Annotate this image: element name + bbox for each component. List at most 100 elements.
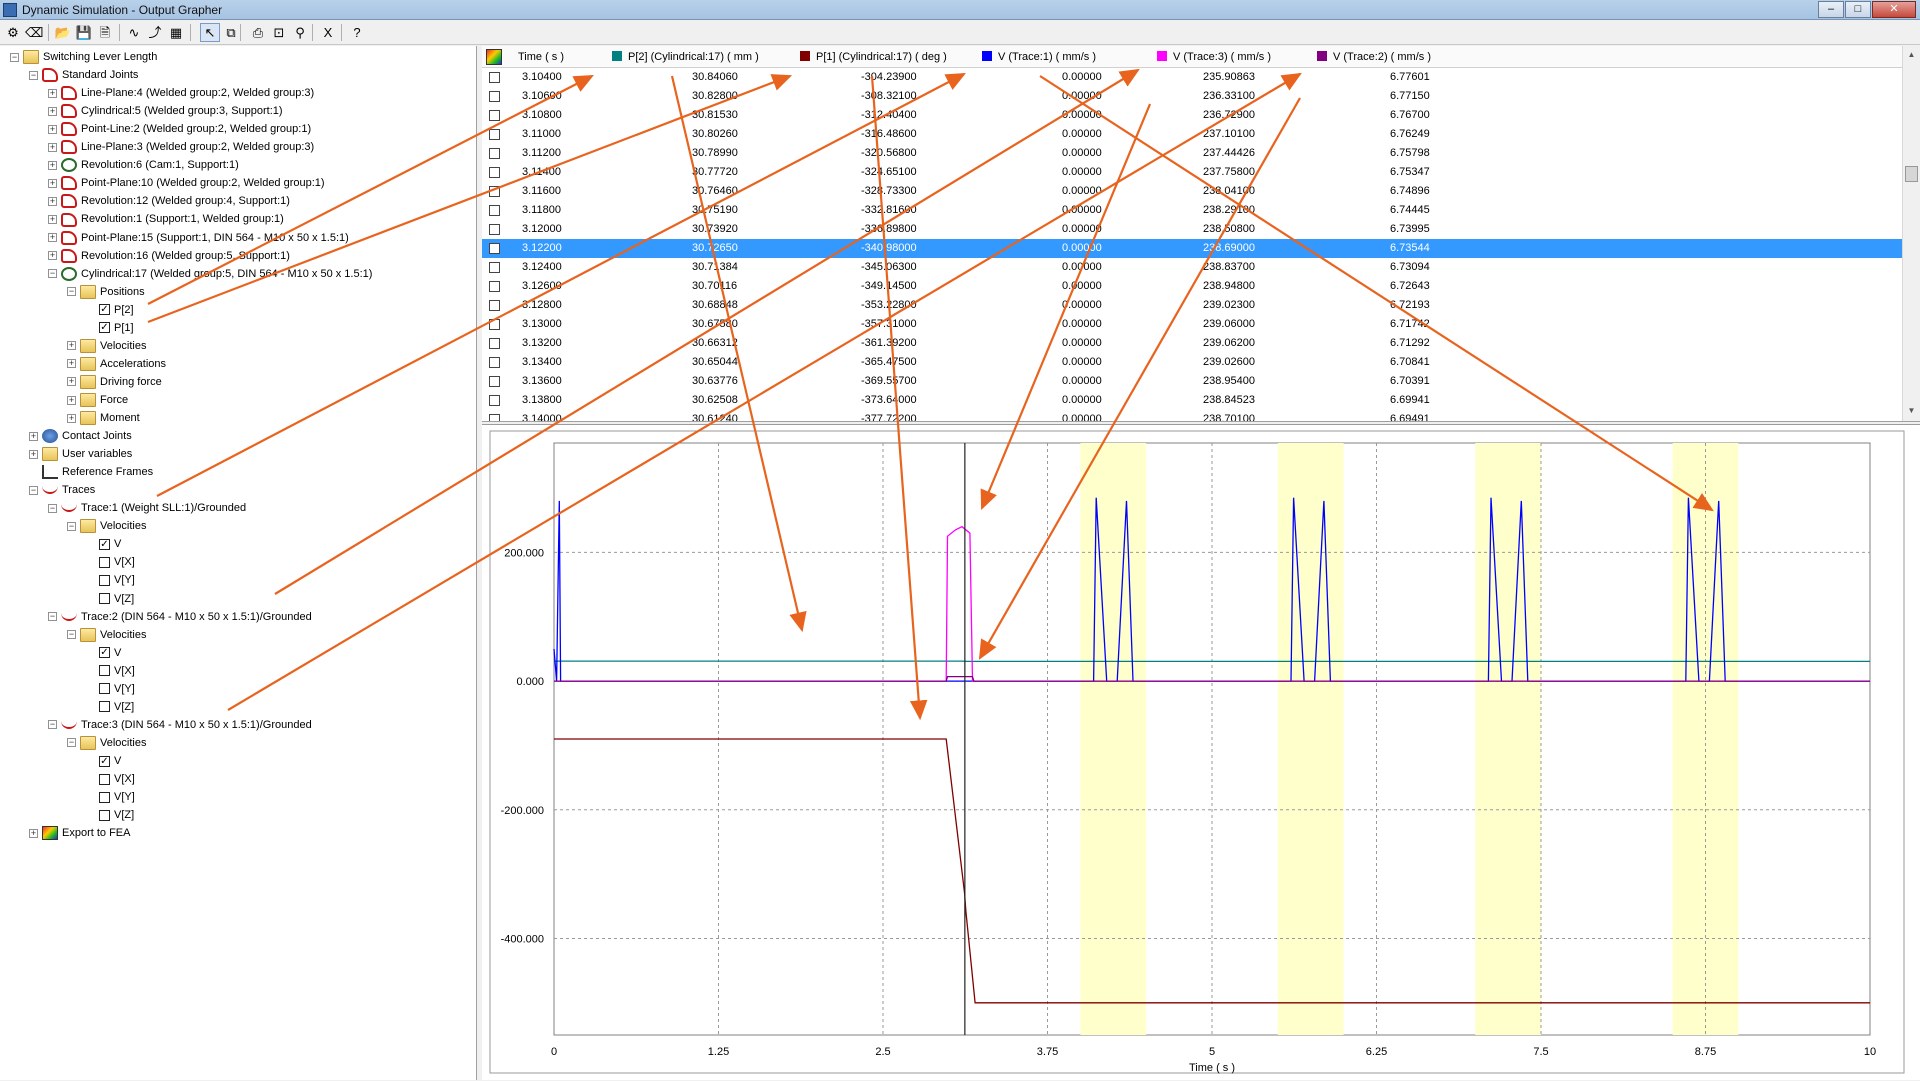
tree-item[interactable]: +Revolution:6 (Cam:1, Support:1) [48, 156, 239, 174]
table-row[interactable]: 3.1080030.81530-312.404000.00000236.7290… [482, 106, 1902, 125]
checkbox[interactable] [99, 774, 110, 785]
row-checkbox[interactable] [489, 91, 500, 102]
print-icon[interactable]: ⎙ [248, 23, 268, 42]
row-checkbox[interactable] [489, 148, 500, 159]
checkbox[interactable] [99, 557, 110, 568]
expand-icon[interactable]: + [48, 179, 57, 188]
expand-icon[interactable]: + [29, 432, 38, 441]
row-checkbox[interactable] [489, 167, 500, 178]
expand-icon[interactable]: + [48, 125, 57, 134]
checkbox[interactable] [99, 575, 110, 586]
column-header[interactable]: V (Trace:3) ( mm/s ) [1157, 49, 1271, 65]
save-icon[interactable]: 💾 [74, 23, 94, 42]
tree-item[interactable]: −Traces [29, 481, 95, 499]
tree-item[interactable]: −Standard Joints [29, 66, 138, 84]
tree-item[interactable]: V[X] [86, 662, 135, 680]
row-checkbox[interactable] [489, 110, 500, 121]
zoom-fit-icon[interactable]: ⊡ [269, 23, 289, 42]
tree-item[interactable]: +Revolution:12 (Welded group:4, Support:… [48, 192, 290, 210]
curve-icon[interactable]: ∿ [124, 23, 144, 42]
collapse-icon[interactable]: − [29, 71, 38, 80]
tree-item[interactable]: −Velocities [67, 626, 146, 644]
expand-icon[interactable]: + [67, 341, 76, 350]
tree-item[interactable]: V[Y] [86, 571, 135, 589]
add-curve-icon[interactable]: ⤴ [145, 23, 165, 42]
tree-item[interactable]: V[Z] [86, 806, 134, 824]
tree-item[interactable]: +Moment [67, 409, 140, 427]
column-header[interactable]: V (Trace:1) ( mm/s ) [982, 49, 1096, 65]
checkbox[interactable] [99, 810, 110, 821]
tree-item[interactable]: +Point-Line:2 (Welded group:2, Welded gr… [48, 120, 311, 138]
tree-item[interactable]: V[Y] [86, 788, 135, 806]
grid-settings-icon[interactable] [486, 49, 502, 65]
row-checkbox[interactable] [489, 357, 500, 368]
table-row[interactable]: 3.1220030.72650-340.980000.00000238.6900… [482, 239, 1902, 258]
tree-item[interactable]: +Accelerations [67, 355, 166, 373]
row-checkbox[interactable] [489, 395, 500, 406]
tree-item[interactable]: +Contact Joints [29, 427, 132, 445]
tree-item[interactable]: +Point-Plane:10 (Welded group:2, Welded … [48, 174, 325, 192]
grid-scrollbar[interactable]: ▲ ▼ [1902, 46, 1920, 422]
table-row[interactable]: 3.1380030.62508-373.640000.00000238.8452… [482, 391, 1902, 410]
tree-item[interactable]: P[1] [86, 319, 134, 337]
expand-icon[interactable]: + [48, 215, 57, 224]
tree-item[interactable]: +Driving force [67, 373, 162, 391]
row-checkbox[interactable] [489, 319, 500, 330]
row-checkbox[interactable] [489, 300, 500, 311]
tree-item[interactable]: −Trace:3 (DIN 564 - M10 x 50 x 1.5:1)/Gr… [48, 716, 312, 734]
output-tree[interactable]: −Switching Lever Length−Standard Joints+… [0, 46, 477, 1080]
expand-icon[interactable]: + [48, 161, 57, 170]
table-row[interactable]: 3.1040030.84060-304.239000.00000235.9086… [482, 68, 1902, 87]
table-row[interactable]: 3.1340030.65044-365.475000.00000239.0260… [482, 353, 1902, 372]
row-checkbox[interactable] [489, 243, 500, 254]
zoom-icon[interactable]: ⚲ [290, 23, 310, 42]
table-row[interactable]: 3.1180030.75190-332.816000.00000238.2910… [482, 201, 1902, 220]
row-checkbox[interactable] [489, 186, 500, 197]
checkbox[interactable] [99, 593, 110, 604]
tree-item[interactable]: −Trace:1 (Weight SLL:1)/Grounded [48, 499, 246, 517]
collapse-icon[interactable]: − [48, 504, 57, 513]
table-row[interactable]: 3.1260030.70116-349.145000.00000238.9480… [482, 277, 1902, 296]
tree-item[interactable]: V [86, 535, 121, 553]
tree-item[interactable]: −Cylindrical:17 (Welded group:5, DIN 564… [48, 265, 372, 283]
expand-icon[interactable]: + [48, 197, 57, 206]
expand-icon[interactable]: + [48, 89, 57, 98]
table-row[interactable]: 3.1160030.76460-328.733000.00000238.0410… [482, 182, 1902, 201]
checkbox[interactable] [99, 792, 110, 803]
expand-icon[interactable]: + [67, 414, 76, 423]
collapse-icon[interactable]: − [67, 287, 76, 296]
tree-item[interactable]: V[X] [86, 553, 135, 571]
open-icon[interactable]: 📂 [53, 23, 73, 42]
tree-item[interactable]: Reference Frames [29, 463, 153, 481]
table-row[interactable]: 3.1280030.68848-353.228000.00000239.0230… [482, 296, 1902, 315]
row-checkbox[interactable] [489, 205, 500, 216]
tree-item[interactable]: +Line-Plane:3 (Welded group:2, Welded gr… [48, 138, 314, 156]
table-row[interactable]: 3.1360030.63776-369.557000.00000238.9540… [482, 372, 1902, 391]
checkbox[interactable] [99, 701, 110, 712]
expand-icon[interactable]: + [48, 143, 57, 152]
tree-item[interactable]: P[2] [86, 301, 134, 319]
tree-item[interactable]: −Positions [67, 283, 145, 301]
column-header[interactable]: Time ( s ) [518, 49, 564, 65]
tree-item[interactable]: +Velocities [67, 337, 146, 355]
tree-item[interactable]: V [86, 644, 121, 662]
collapse-icon[interactable]: − [48, 720, 57, 729]
tree-item[interactable]: +Force [67, 391, 128, 409]
maximize-button[interactable]: □ [1845, 1, 1871, 18]
tree-item[interactable]: V [86, 752, 121, 770]
checkbox[interactable] [99, 304, 110, 315]
table-row[interactable]: 3.1320030.66312-361.392000.00000239.0620… [482, 334, 1902, 353]
tree-item[interactable]: +User variables [29, 445, 132, 463]
output-chart[interactable]: 01.252.53.7556.257.58.7510200.0000.000-2… [482, 425, 1920, 1081]
column-header[interactable]: V (Trace:2) ( mm/s ) [1317, 49, 1431, 65]
checkbox[interactable] [99, 665, 110, 676]
tree-item[interactable]: +Revolution:16 (Welded group:5, Support:… [48, 247, 290, 265]
results-grid[interactable]: Time ( s )P[2] (Cylindrical:17) ( mm )P[… [482, 46, 1920, 422]
multi-curve-icon[interactable]: ▦ [166, 23, 186, 42]
graph-panel[interactable]: 01.252.53.7556.257.58.7510200.0000.000-2… [482, 424, 1920, 1080]
expand-icon[interactable]: + [29, 450, 38, 459]
table-row[interactable]: 3.1120030.78990-320.568000.00000237.4442… [482, 144, 1902, 163]
scroll-up-icon[interactable]: ▲ [1905, 48, 1918, 62]
expand-icon[interactable]: + [48, 251, 57, 260]
expand-icon[interactable]: + [29, 829, 38, 838]
